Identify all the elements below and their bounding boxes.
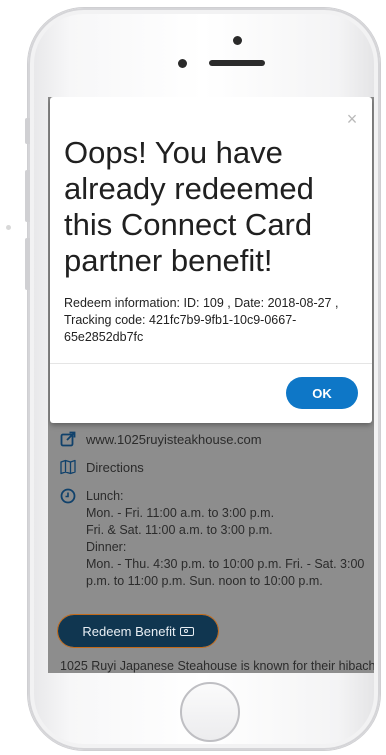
clock-icon xyxy=(60,488,76,504)
opening-hours: Lunch: Mon. - Fri. 11:00 a.m. to 3:00 p.… xyxy=(86,488,364,590)
earpiece-speaker xyxy=(209,60,265,66)
proximity-sensor xyxy=(178,59,187,68)
hours-line: Dinner: xyxy=(86,540,127,554)
hours-line: Fri. & Sat. 11:00 a.m. to 3:00 p.m. xyxy=(86,523,273,537)
redeem-benefit-label: Redeem Benefit xyxy=(82,623,176,639)
restaurant-description: 1025 Ruyi Japanese Steahouse is known fo… xyxy=(60,659,374,673)
redeem-benefit-button[interactable]: Redeem Benefit xyxy=(57,614,219,648)
directions-link[interactable]: Directions xyxy=(86,459,144,476)
front-camera xyxy=(233,36,242,45)
close-icon[interactable]: × xyxy=(344,110,360,128)
volume-down-button xyxy=(25,238,30,290)
hours-line: Lunch: xyxy=(86,489,124,503)
external-link-icon xyxy=(60,431,76,447)
hours-line: p.m. to 11:00 p.m. Sun. noon to 10:00 p.… xyxy=(86,574,323,588)
volume-up-button xyxy=(25,170,30,222)
hours-line: Mon. - Fri. 11:00 a.m. to 3:00 p.m. xyxy=(86,506,275,520)
mute-switch xyxy=(25,118,30,144)
website-row[interactable]: www.1025ruyisteakhouse.com xyxy=(60,431,262,448)
redeem-information: Redeem information: ID: 109 , Date: 2018… xyxy=(64,296,339,344)
directions-row[interactable]: Directions xyxy=(60,459,144,476)
website-link[interactable]: www.1025ruyisteakhouse.com xyxy=(86,431,262,448)
hours-line: Mon. - Thu. 4:30 p.m. to 10:00 p.m. Fri.… xyxy=(86,557,365,571)
phone-screen: www.1025ruyisteakhouse.com Directions Lu… xyxy=(48,97,374,673)
hours-row: Lunch: Mon. - Fri. 11:00 a.m. to 3:00 p.… xyxy=(60,488,364,590)
map-icon xyxy=(60,459,76,475)
page-dot xyxy=(6,225,11,230)
home-button[interactable] xyxy=(180,682,240,742)
dialog-divider xyxy=(50,363,372,364)
cash-icon xyxy=(179,626,194,636)
dialog-title: Oops! You have already redeemed this Con… xyxy=(64,135,314,278)
ok-button[interactable]: OK xyxy=(286,377,358,409)
already-redeemed-dialog: × Oops! You have already redeemed this C… xyxy=(50,97,372,423)
